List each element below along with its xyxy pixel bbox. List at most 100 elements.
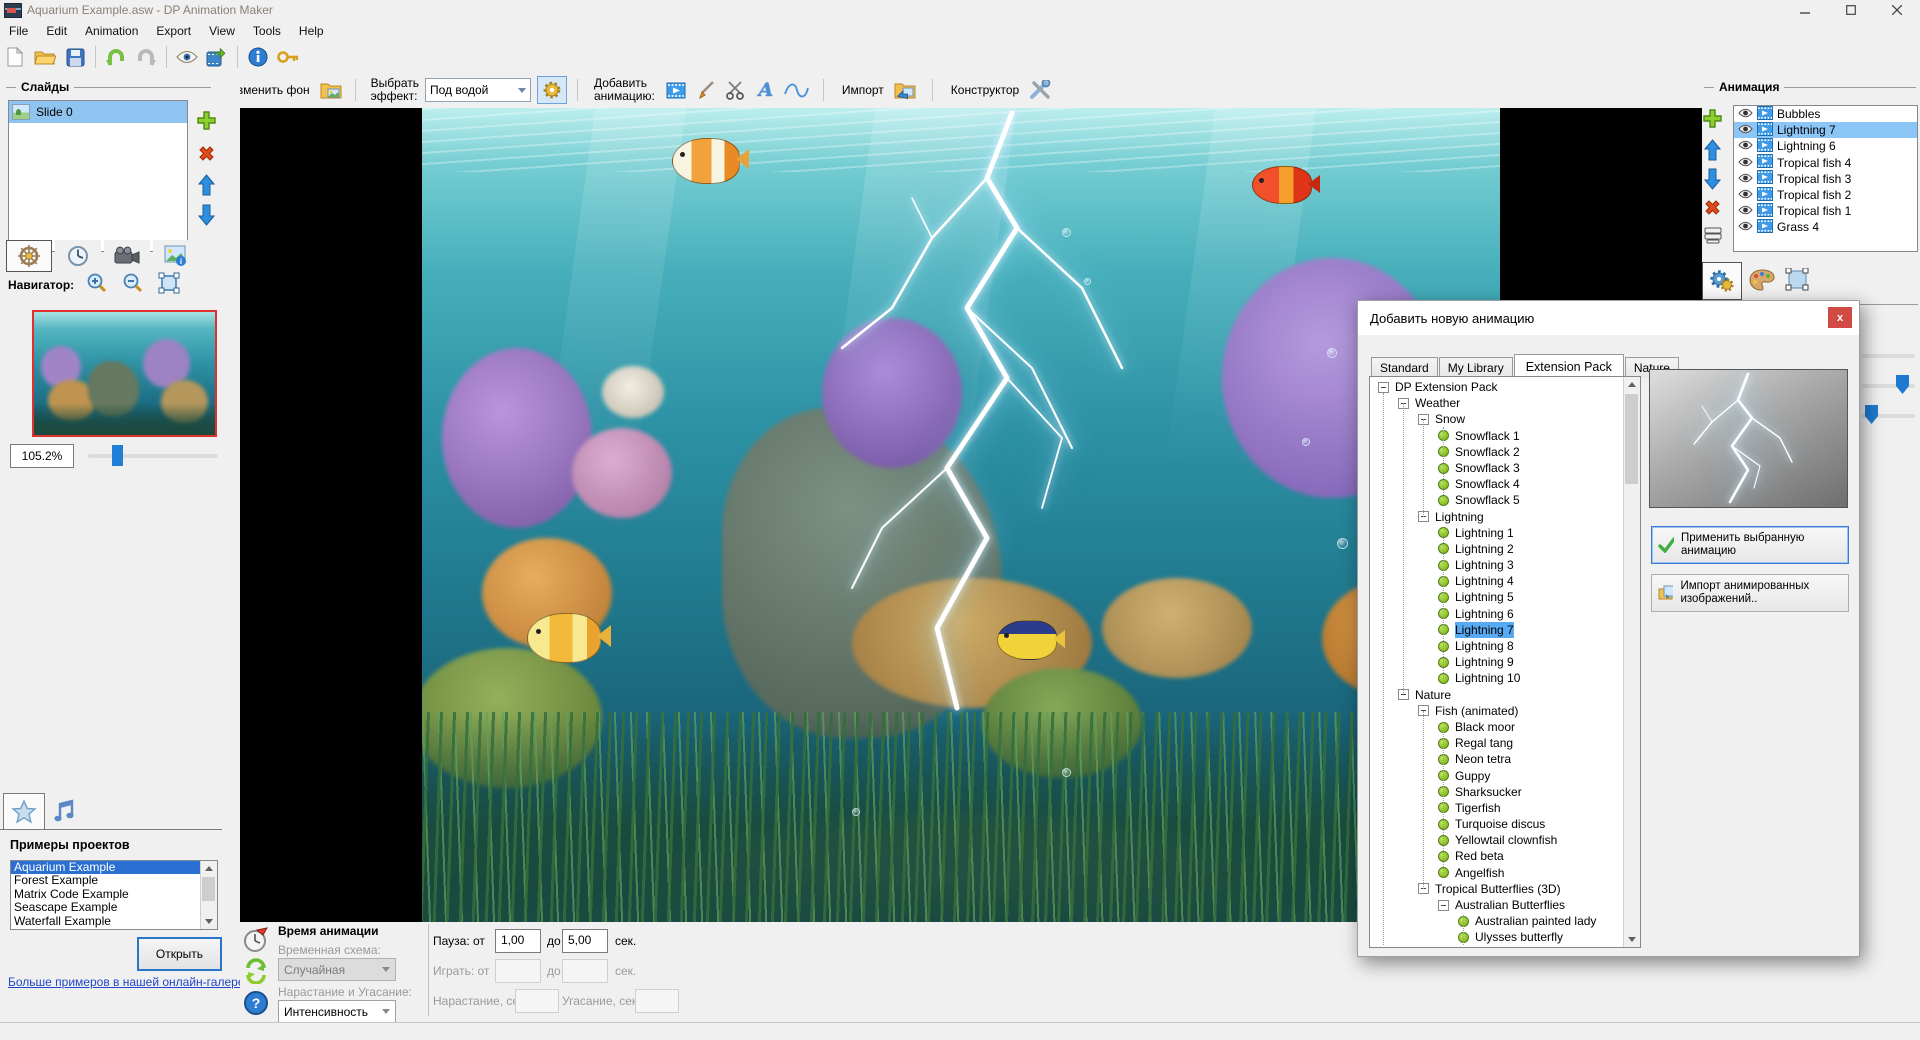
effect-select[interactable]: Под водой	[424, 78, 531, 102]
fade-select[interactable]: Интенсивность	[278, 1000, 396, 1023]
scroll-up-icon[interactable]	[1624, 377, 1640, 392]
constructor-tools-icon[interactable]	[1027, 78, 1053, 102]
undo-icon[interactable]	[103, 45, 129, 69]
tree-leaf[interactable]: Snowflack 4	[1370, 476, 1623, 492]
visibility-eye-icon[interactable]	[1738, 156, 1753, 170]
slides-list[interactable]: Slide 0	[8, 100, 188, 252]
tree-leaf[interactable]: Lightning 2	[1370, 541, 1623, 557]
tree-leaf[interactable]: Regal tang	[1370, 735, 1623, 751]
dialog-tab-standard[interactable]: Standard	[1371, 357, 1438, 378]
visibility-eye-icon[interactable]	[1738, 139, 1753, 153]
collapse-box-icon[interactable]	[1438, 899, 1449, 911]
tree-leaf[interactable]: Turquoise discus	[1370, 816, 1623, 832]
scroll-down-icon[interactable]	[1624, 932, 1640, 947]
animation-item[interactable]: Lightning 7	[1734, 121, 1917, 139]
effect-settings-button[interactable]	[536, 76, 567, 104]
close-button[interactable]	[1874, 0, 1920, 20]
visibility-eye-icon[interactable]	[1738, 172, 1753, 186]
animation-slider-2-handle[interactable]	[1896, 375, 1909, 394]
save-icon[interactable]	[62, 45, 88, 69]
dialog-close-button[interactable]: x	[1828, 307, 1852, 328]
menu-help[interactable]: Help	[290, 21, 333, 41]
tree-node[interactable]: Fish (animated)	[1370, 703, 1623, 719]
play-from-input[interactable]	[495, 959, 541, 983]
move-animation-up-button[interactable]	[1704, 139, 1721, 161]
text-icon[interactable]: A	[753, 78, 779, 102]
visibility-eye-icon[interactable]	[1738, 188, 1753, 202]
animation-item[interactable]: Bubbles	[1734, 106, 1917, 122]
visibility-eye-icon[interactable]	[1738, 220, 1753, 234]
tree-leaf[interactable]: Angelfish	[1370, 865, 1623, 881]
animation-slider-3-handle[interactable]	[1865, 405, 1878, 424]
tree-node[interactable]: Weather	[1370, 395, 1623, 411]
tree-leaf[interactable]	[1370, 946, 1623, 947]
tree-leaf[interactable]: Lightning 10	[1370, 670, 1623, 686]
collapse-box-icon[interactable]	[1378, 381, 1389, 393]
tree-leaf[interactable]: Lightning 7	[1370, 621, 1623, 639]
tree-leaf[interactable]: Ulysses butterfly	[1370, 929, 1623, 945]
change-background-icon[interactable]	[318, 78, 344, 102]
add-video-icon[interactable]	[663, 78, 689, 102]
tree-leaf[interactable]: Australian painted lady	[1370, 913, 1623, 929]
rise-input[interactable]	[515, 989, 559, 1013]
dialog-tab-my-library[interactable]: My Library	[1438, 357, 1513, 378]
tree-leaf[interactable]: Yellowtail clownfish	[1370, 832, 1623, 848]
scrollbar-thumb[interactable]	[1625, 394, 1638, 484]
tree-leaf[interactable]: Lightning 4	[1370, 573, 1623, 589]
tree-leaf[interactable]: Lightning 3	[1370, 557, 1623, 573]
change-background-label[interactable]: Изменить фон	[229, 83, 310, 97]
tab-animation-settings[interactable]	[1702, 262, 1742, 300]
pause-to-input[interactable]: 5,00	[562, 929, 608, 953]
layers-icon[interactable]	[1703, 226, 1723, 244]
visibility-eye-icon[interactable]	[1738, 204, 1753, 218]
zoom-in-icon[interactable]	[86, 272, 108, 294]
animation-item[interactable]: Grass 4	[1734, 218, 1917, 235]
import-images-button[interactable]: Импорт анимированных изображений..	[1651, 574, 1849, 612]
tree-leaf[interactable]: Tigerfish	[1370, 800, 1623, 816]
tab-image-info[interactable]: i	[153, 240, 199, 272]
menu-file[interactable]: File	[0, 21, 37, 41]
zoom-slider-handle[interactable]	[112, 445, 123, 466]
tab-timing-clock[interactable]	[55, 240, 101, 272]
tree-leaf[interactable]: Red beta	[1370, 848, 1623, 864]
add-animation-button[interactable]	[1702, 108, 1723, 129]
menu-view[interactable]: View	[200, 21, 244, 41]
animation-item[interactable]: Tropical fish 4	[1734, 154, 1917, 171]
delete-slide-button[interactable]	[197, 144, 216, 163]
dialog-title-bar[interactable]: Добавить новую анимацию	[1358, 301, 1859, 335]
info-icon[interactable]	[245, 45, 271, 69]
scheme-select[interactable]: Случайная	[278, 958, 396, 981]
tree-node[interactable]: Australian Butterflies	[1370, 897, 1623, 913]
tree-scrollbar[interactable]	[1623, 377, 1640, 947]
scroll-up-icon[interactable]	[201, 861, 217, 876]
tree-leaf[interactable]: Snowflack 5	[1370, 492, 1623, 508]
tab-effects-wheel[interactable]	[6, 240, 52, 272]
scroll-down-icon[interactable]	[201, 914, 217, 929]
tree-leaf[interactable]: Guppy	[1370, 768, 1623, 784]
tree-leaf[interactable]: Lightning 6	[1370, 606, 1623, 622]
tab-music[interactable]	[44, 793, 84, 829]
animation-list[interactable]: Bubbles Lightning 7 Lightning 6 Tropical…	[1733, 105, 1918, 252]
example-item[interactable]: Matrix Code Example	[11, 887, 201, 901]
new-file-icon[interactable]	[2, 45, 28, 69]
import-label[interactable]: Импорт	[842, 83, 884, 97]
tree-leaf[interactable]: Snowflack 2	[1370, 444, 1623, 460]
animation-item[interactable]: Tropical fish 1	[1734, 202, 1917, 219]
tree-node[interactable]: Nature	[1370, 687, 1623, 703]
tab-camera[interactable]	[104, 240, 150, 272]
scrollbar-thumb[interactable]	[202, 877, 215, 901]
tree-leaf[interactable]: Lightning 8	[1370, 638, 1623, 654]
navigator-thumbnail[interactable]	[32, 310, 217, 437]
zoom-out-icon[interactable]	[122, 272, 144, 294]
tree-node[interactable]: DP Extension Pack	[1370, 379, 1623, 395]
pause-from-input[interactable]: 1,00	[495, 929, 541, 953]
export-video-icon[interactable]	[204, 45, 230, 69]
examples-list[interactable]: Aquarium Example Forest Example Matrix Cod…	[10, 860, 218, 930]
wave-icon[interactable]	[783, 78, 809, 102]
open-example-button[interactable]: Открыть	[137, 937, 222, 971]
move-animation-down-button[interactable]	[1704, 168, 1721, 190]
tab-animation-transform[interactable]	[1779, 262, 1817, 298]
menu-animation[interactable]: Animation	[76, 21, 147, 41]
animation-item[interactable]: Tropical fish 2	[1734, 186, 1917, 203]
tree-node[interactable]: Tropical Butterflies (3D)	[1370, 881, 1623, 897]
